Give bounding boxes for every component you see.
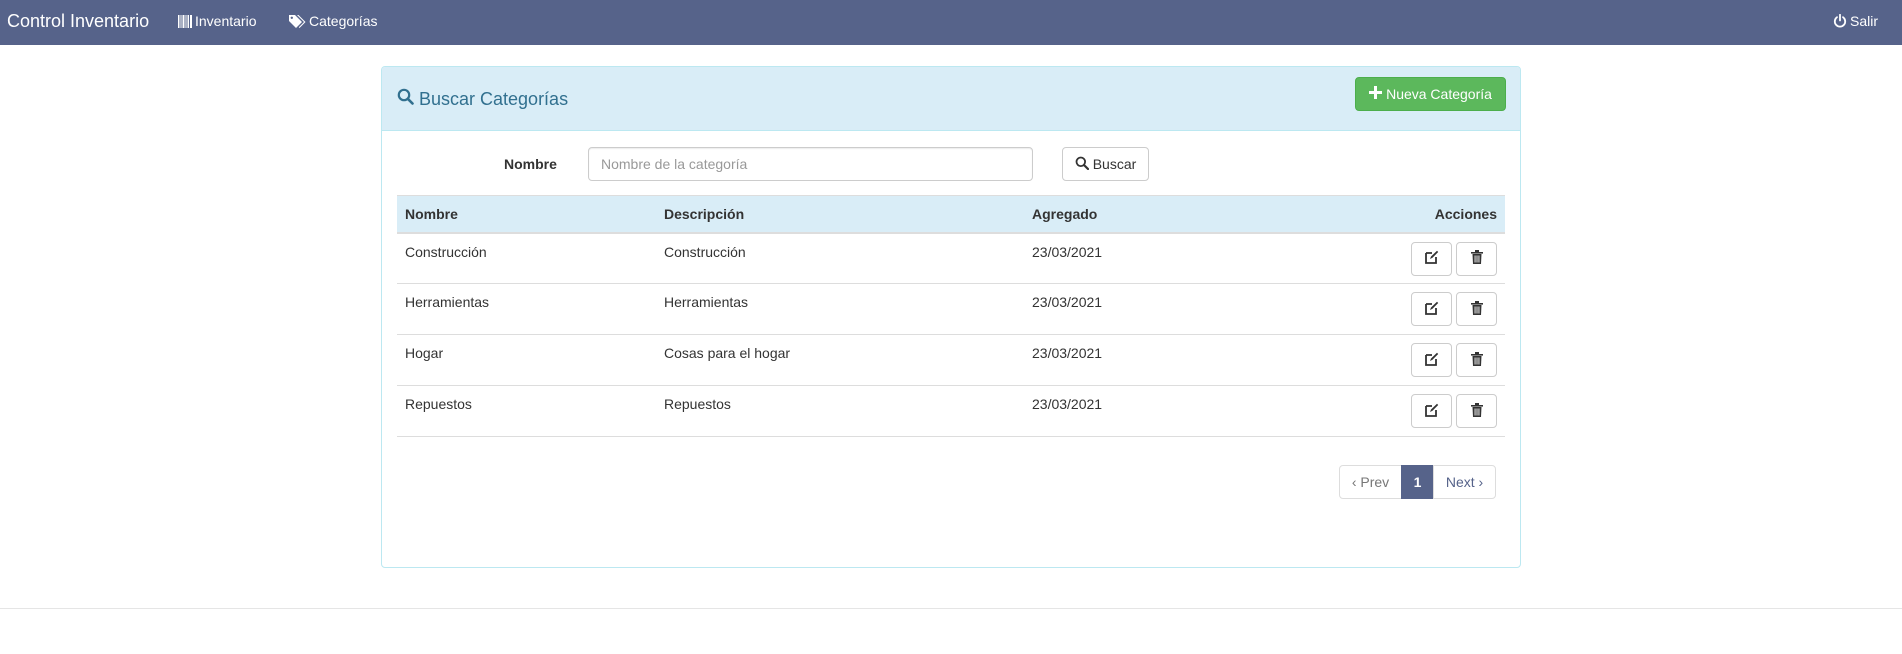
nav-inventario-label: Inventario (195, 13, 257, 29)
new-category-button[interactable]: Nueva Categoría (1355, 77, 1506, 111)
table-row: Hogar Cosas para el hogar 23/03/2021 (397, 334, 1505, 386)
cell-descripcion: Repuestos (656, 385, 1024, 437)
app-brand[interactable]: Control Inventario (7, 10, 149, 32)
edit-icon (1424, 403, 1439, 420)
top-navbar: Control Inventario Inventario Categorías (0, 0, 1902, 45)
header-agregado[interactable]: Agregado (1024, 195, 1324, 234)
cell-nombre: Repuestos (397, 385, 656, 437)
edit-button[interactable] (1411, 343, 1452, 377)
logout-link[interactable]: Salir (1833, 12, 1878, 30)
cell-descripcion: Herramientas (656, 283, 1024, 335)
delete-button[interactable] (1456, 292, 1497, 326)
edit-icon (1424, 301, 1439, 318)
delete-button[interactable] (1456, 343, 1497, 377)
cell-agregado: 23/03/2021 (1024, 334, 1324, 386)
panel-title-text: Buscar Categorías (419, 89, 569, 109)
search-name-label: Nombre (504, 156, 557, 172)
table-row: Construcción Construcción 23/03/2021 (397, 232, 1505, 284)
cell-nombre: Hogar (397, 334, 656, 386)
edit-icon (1424, 352, 1439, 369)
table-header-row: Nombre Descripción Agregado Acciones (397, 195, 1505, 234)
footer-divider (0, 608, 1902, 609)
trash-icon (1470, 300, 1483, 318)
cell-acciones (1324, 232, 1505, 284)
search-icon (1075, 156, 1089, 173)
cell-acciones (1324, 283, 1505, 335)
tags-icon (288, 14, 306, 28)
edit-button[interactable] (1411, 292, 1452, 326)
pagination: ‹ Prev 1 Next › (1339, 465, 1496, 499)
table-row: Repuestos Repuestos 23/03/2021 (397, 385, 1505, 437)
cell-agregado: 23/03/2021 (1024, 385, 1324, 437)
cell-nombre: Herramientas (397, 283, 656, 335)
cell-acciones (1324, 334, 1505, 386)
search-name-input[interactable] (588, 147, 1033, 181)
delete-button[interactable] (1456, 241, 1497, 276)
nav-categorias[interactable]: Categorías (288, 12, 377, 30)
nav-categorias-label: Categorías (309, 13, 378, 29)
power-icon (1833, 14, 1847, 28)
new-category-label: Nueva Categoría (1386, 86, 1492, 102)
edit-icon (1424, 250, 1439, 267)
search-categories-panel: Buscar Categorías Nueva Categoría Nombre… (381, 66, 1521, 568)
cell-nombre: Construcción (397, 232, 656, 284)
pagination-prev[interactable]: ‹ Prev (1339, 465, 1402, 499)
pagination-page-current[interactable]: 1 (1401, 465, 1434, 499)
cell-descripcion: Construcción (656, 232, 1024, 284)
edit-button[interactable] (1411, 394, 1452, 428)
panel-heading: Buscar Categorías Nueva Categoría (382, 67, 1520, 131)
trash-icon (1470, 250, 1483, 267)
header-nombre[interactable]: Nombre (397, 195, 656, 234)
search-button-label: Buscar (1092, 156, 1137, 172)
cell-acciones (1324, 385, 1505, 437)
delete-button[interactable] (1456, 394, 1497, 428)
nav-inventario[interactable]: Inventario (178, 12, 256, 30)
table-row: Herramientas Herramientas 23/03/2021 (397, 283, 1505, 335)
pagination-next[interactable]: Next › (1433, 465, 1496, 499)
cell-agregado: 23/03/2021 (1024, 232, 1324, 284)
edit-button[interactable] (1411, 241, 1452, 276)
cell-agregado: 23/03/2021 (1024, 283, 1324, 335)
header-descripcion[interactable]: Descripción (656, 195, 1024, 234)
trash-icon (1470, 351, 1483, 369)
trash-icon (1470, 402, 1483, 420)
search-icon (397, 88, 414, 110)
panel-title: Buscar Categorías (397, 88, 568, 110)
search-button[interactable]: Buscar (1062, 147, 1149, 181)
logout-label: Salir (1850, 13, 1879, 29)
cell-descripcion: Cosas para el hogar (656, 334, 1024, 386)
plus-icon (1369, 86, 1383, 102)
categories-table: Nombre Descripción Agregado Acciones Con… (397, 195, 1505, 437)
barcode-icon (178, 14, 192, 28)
header-acciones: Acciones (1324, 195, 1505, 234)
